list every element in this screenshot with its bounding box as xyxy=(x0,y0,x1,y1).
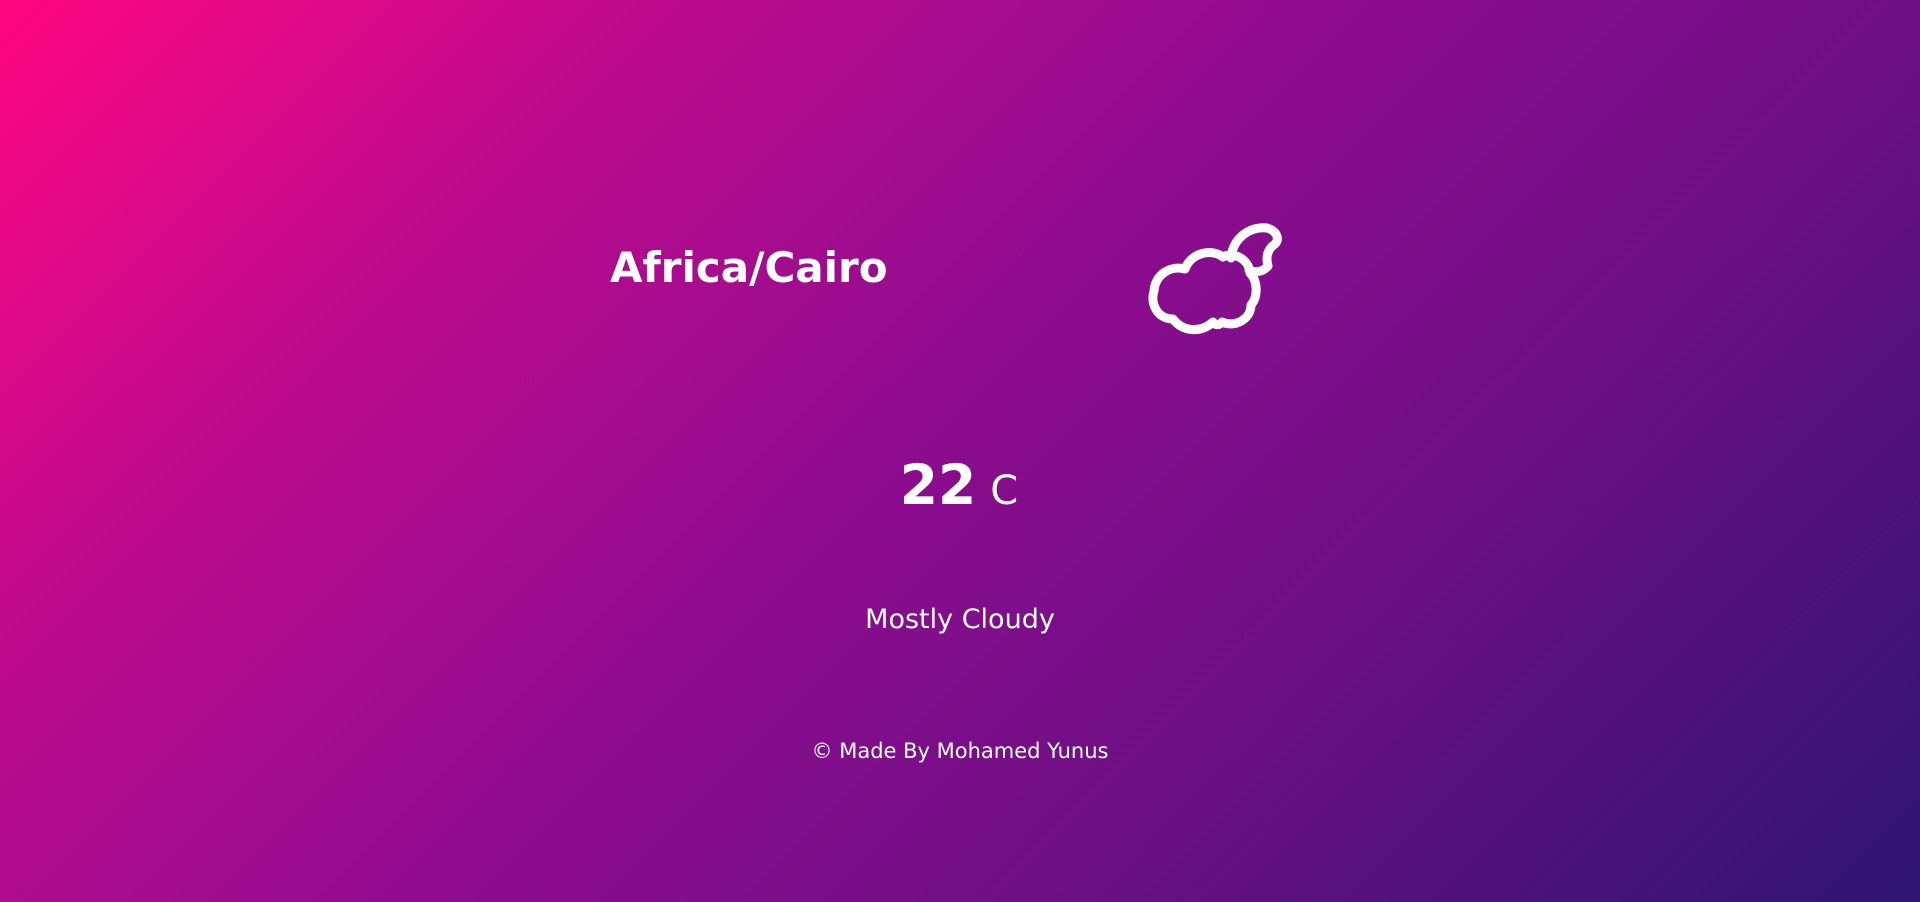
temperature-unit-toggle[interactable]: C xyxy=(990,471,1018,511)
partly-cloudy-night-icon xyxy=(1145,215,1285,345)
temperature-row: 22 C xyxy=(0,458,1920,513)
temperature-value: 22 xyxy=(899,453,977,517)
location-timezone: Africa/Cairo xyxy=(610,243,888,292)
weather-description: Mostly Cloudy xyxy=(865,604,1055,635)
footer-credit: © Made By Mohamed Yunus xyxy=(811,739,1109,763)
